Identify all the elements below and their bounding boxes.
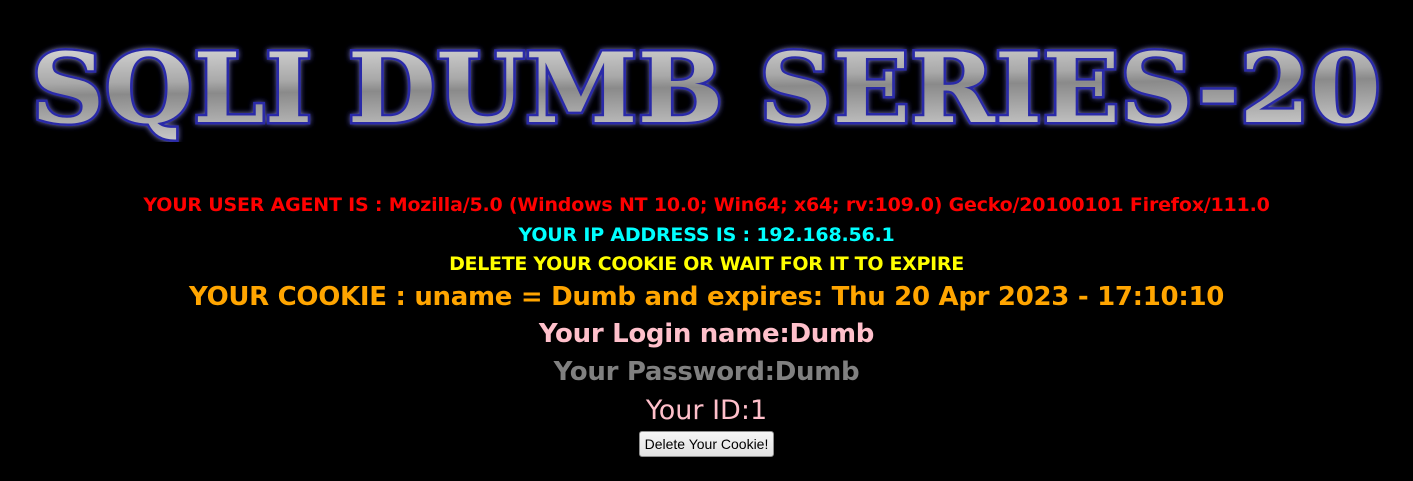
cookie-info-text: YOUR COOKIE : uname = Dumb and expires: … — [188, 282, 1225, 312]
delete-cookie-button[interactable]: Delete Your Cookie! — [638, 431, 775, 457]
banner-title-image: SQLI DUMB SERIES-20 — [0, 22, 1413, 143]
banner-logo: SQLI DUMB SERIES-20 — [29, 30, 1384, 143]
user-agent-text: YOUR USER AGENT IS : Mozilla/5.0 (Window… — [143, 194, 1270, 216]
delete-cookie-notice: DELETE YOUR COOKIE OR WAIT FOR IT TO EXP… — [449, 253, 964, 275]
delete-cookie-form: Delete Your Cookie! — [0, 431, 1413, 457]
ip-address-text: YOUR IP ADDRESS IS : 192.168.56.1 — [518, 224, 895, 246]
banner-text: SQLI DUMB SERIES-20 — [31, 32, 1381, 142]
password-text: Your Password:Dumb — [553, 357, 860, 387]
user-id-text: Your ID:1 — [645, 395, 768, 426]
login-name-text: Your Login name:Dumb — [538, 319, 875, 349]
